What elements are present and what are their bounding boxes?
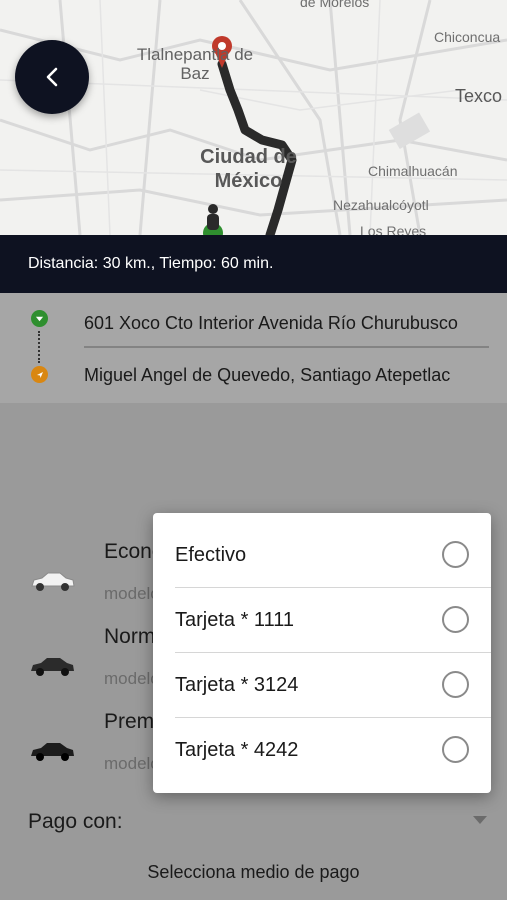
payment-option-label: Efectivo	[175, 544, 247, 566]
car-icon	[31, 658, 74, 676]
payment-option-label: Tarjeta * 4242	[175, 739, 299, 761]
payment-method-dialog: Efectivo Tarjeta * 1111 Tarjeta * 3124 T…	[153, 513, 491, 793]
origin-pin-icon	[31, 310, 48, 327]
car-icon	[31, 572, 75, 591]
radio-empty-icon[interactable]	[442, 736, 469, 763]
map-label-chiconcuac: Chiconcua	[434, 29, 501, 45]
payment-label: Pago con:	[28, 810, 123, 833]
map-label-chimalhuacan: Chimalhuacán	[368, 163, 458, 179]
select-payment-hint[interactable]: Selecciona medio de pago	[0, 862, 507, 883]
radio-empty-icon[interactable]	[442, 606, 469, 633]
payment-option-label: Tarjeta * 3124	[175, 674, 299, 696]
route-connector	[38, 331, 41, 363]
distance-bar: Distancia: 30 km., Tiempo: 60 min.	[0, 235, 507, 293]
back-button[interactable]	[15, 40, 89, 114]
map-label-los-reyes: Los Reyes	[360, 223, 427, 235]
route-map[interactable]: de Morelos Tlalnepantla de Baz Chiconcua…	[0, 0, 507, 235]
payment-option-label: Tarjeta * 1111	[175, 609, 294, 631]
payment-option-efectivo[interactable]: Efectivo	[175, 523, 491, 588]
radio-empty-icon[interactable]	[442, 541, 469, 568]
navigation-arrow-icon	[31, 366, 48, 383]
vehicle-model: modelo	[104, 669, 160, 688]
map-label-nezahualcoyotl: Nezahualcóyotl	[333, 197, 429, 213]
car-icon	[31, 743, 74, 761]
chevron-left-icon	[46, 67, 58, 87]
vehicle-model: modelo	[104, 754, 160, 773]
payment-option-tarjeta-1111[interactable]: Tarjeta * 1111	[175, 588, 491, 653]
distance-time-text: Distancia: 30 km., Tiempo: 60 min.	[28, 255, 274, 272]
map-label-ciudad-mexico: Ciudad de México	[200, 146, 297, 192]
vehicle-model: modelo	[104, 584, 160, 603]
address-divider	[84, 346, 489, 348]
map-roads	[0, 0, 507, 235]
map-label-morelos: de Morelos	[300, 0, 370, 10]
destination-address[interactable]: Miguel Angel de Quevedo, Santiago Atepet…	[84, 365, 489, 386]
radio-empty-icon[interactable]	[442, 671, 469, 698]
origin-address[interactable]: 601 Xoco Cto Interior Avenida Río Churub…	[84, 313, 489, 334]
payment-option-tarjeta-3124[interactable]: Tarjeta * 3124	[175, 653, 491, 718]
triangle-down-icon[interactable]	[473, 816, 487, 824]
payment-option-tarjeta-4242[interactable]: Tarjeta * 4242	[175, 718, 491, 783]
map-label-tlalnepantla: Tlalnepantla de Baz	[136, 45, 254, 83]
map-label-texcoco: Texco	[455, 86, 503, 106]
route-addresses: 601 Xoco Cto Interior Avenida Río Churub…	[0, 293, 507, 403]
